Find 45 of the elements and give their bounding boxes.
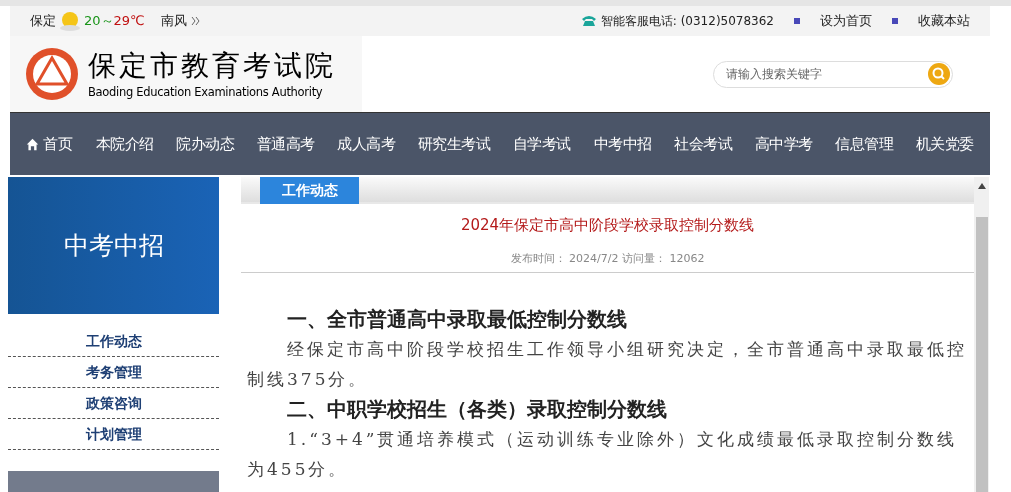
section-banner: 中考中招 [8, 177, 219, 314]
emblem-icon [24, 46, 80, 102]
sidebar-link[interactable]: 计划管理 [85, 423, 142, 445]
top-link[interactable]: 收藏本站 [918, 11, 970, 31]
home-icon [26, 137, 39, 151]
nav-link[interactable]: 机关党委 [915, 132, 974, 156]
nav-link[interactable]: 研究生考试 [417, 132, 491, 156]
search-input[interactable]: 请输入搜索关键字 [726, 65, 928, 83]
sun-icon [58, 9, 82, 33]
logo-title: 保定市教育考试院 [88, 48, 336, 84]
nav-link[interactable]: 普通高考 [256, 132, 315, 156]
top-link[interactable]: 设为首页 [820, 11, 872, 31]
body-paragraph: 1.“3+4”贯通培养模式（运动训练专业除外）文化成绩最低录取控制分数线为455分。 [247, 428, 959, 481]
body-paragraph: 经保定市高中阶段学校招生工作领导小组研究决定，全市普通高中录取最低控制线375分。 [247, 338, 968, 391]
temperature-low: 20 [84, 12, 101, 31]
active-tab[interactable]: 工作动态 [260, 177, 359, 204]
article-meta: 发布时间： 2024/7/2 访问量： 12062 [241, 250, 974, 273]
wind-label: 南风 [160, 12, 187, 31]
sidebar-link[interactable]: 政策咨询 [85, 392, 142, 414]
section-heading: 二、中职学校招生（各类）录取控制分数线 [286, 396, 668, 423]
section-heading: 一、全市普通高中录取最低控制分数线 [286, 306, 628, 333]
nav-link[interactable]: 成人高考 [337, 132, 396, 156]
hotline-text: 智能客服电话: (0312)5078362 [600, 13, 774, 30]
nav-link[interactable]: 信息管理 [835, 132, 894, 156]
phone-icon [580, 15, 597, 27]
sidebar-link[interactable]: 考务管理 [85, 361, 142, 383]
nav-link[interactable]: 院办动态 [176, 132, 235, 156]
city-label: 保定 [30, 12, 56, 31]
sidebar-link[interactable]: 工作动态 [85, 330, 142, 352]
article-title: 2024年保定市高中阶段学校录取控制分数线 [459, 215, 756, 236]
search-icon[interactable] [928, 63, 950, 85]
scroll-up-icon[interactable] [977, 183, 986, 189]
nav-link[interactable]: 社会考试 [674, 132, 733, 156]
nav-link[interactable]: 自学考试 [512, 132, 571, 156]
nav-link[interactable]: 本院介绍 [95, 132, 154, 156]
nav-link[interactable]: 高中学考 [754, 132, 813, 156]
nav-home-link[interactable]: 首页 [26, 132, 73, 156]
bullet-icon [892, 18, 898, 24]
scrollbar[interactable] [974, 177, 989, 492]
logo-subtitle: Baoding Education Examinations Authority [88, 84, 324, 100]
double-chevron-icon[interactable] [190, 16, 201, 26]
bullet-icon [794, 18, 800, 24]
temperature-high: 29℃ [113, 12, 145, 31]
temperature-separator: ～ [100, 12, 114, 31]
nav-link[interactable]: 中考中招 [593, 132, 652, 156]
